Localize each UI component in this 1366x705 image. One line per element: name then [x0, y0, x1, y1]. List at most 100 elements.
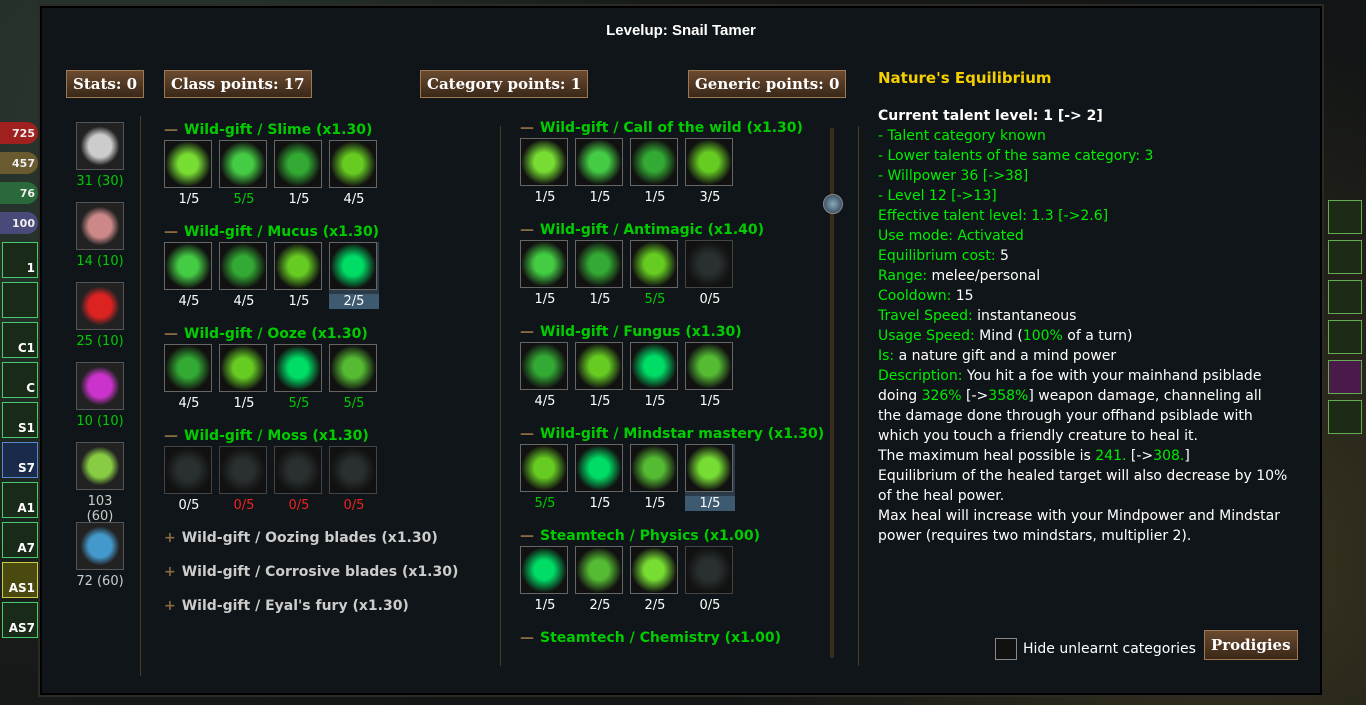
hotkey-slot-6[interactable]: S7 [2, 442, 38, 478]
right-slot-6[interactable] [1328, 400, 1362, 434]
collapse-icon[interactable]: — [520, 324, 534, 340]
talent-category-header[interactable]: — Wild-gift / Slime (x1.30) [164, 122, 372, 138]
talent-icon[interactable] [520, 138, 568, 186]
talent-slot[interactable]: 4/5 [520, 342, 570, 409]
talent-icon[interactable] [274, 344, 322, 392]
talent-icon[interactable] [630, 546, 678, 594]
collapse-icon[interactable]: — [520, 630, 534, 646]
talent-category-header-collapsed[interactable]: + Wild-gift / Oozing blades (x1.30) [164, 530, 438, 546]
talent-slot[interactable]: 4/5 [219, 242, 269, 309]
stat-4[interactable]: 103 (60) [76, 442, 124, 524]
hide-unlearnt-toggle[interactable]: Hide unlearnt categories [995, 638, 1196, 660]
collapse-icon[interactable]: — [520, 120, 534, 136]
talent-slot[interactable]: 0/5 [685, 240, 735, 307]
talent-category-header[interactable]: — Wild-gift / Antimagic (x1.40) [520, 222, 764, 238]
talent-icon[interactable] [164, 140, 212, 188]
collapse-icon[interactable]: — [164, 428, 178, 444]
talent-slot[interactable]: 5/5 [329, 344, 379, 411]
hotkey-slot-1[interactable]: 1 [2, 242, 38, 278]
stat-0[interactable]: 31 (30) [76, 122, 124, 189]
talent-category-header[interactable]: — Wild-gift / Moss (x1.30) [164, 428, 369, 444]
talent-slot[interactable]: 2/5 [630, 546, 680, 613]
talent-slot[interactable]: 0/5 [219, 446, 269, 513]
collapse-icon[interactable]: — [520, 426, 534, 442]
talent-icon[interactable] [219, 446, 267, 494]
talent-category-header[interactable]: — Steamtech / Physics (x1.00) [520, 528, 760, 544]
talent-slot[interactable]: 3/5 [685, 138, 735, 205]
talent-icon[interactable] [685, 546, 733, 594]
talent-category-header[interactable]: — Wild-gift / Fungus (x1.30) [520, 324, 742, 340]
talent-icon[interactable] [630, 138, 678, 186]
expand-icon[interactable]: + [164, 598, 176, 614]
talent-slot[interactable]: 4/5 [329, 140, 379, 207]
hotkey-slot-8[interactable]: A7 [2, 522, 38, 558]
talent-slot[interactable]: 1/5 [575, 240, 625, 307]
talent-slot[interactable]: 0/5 [685, 546, 735, 613]
collapse-icon[interactable]: — [164, 122, 178, 138]
talent-slot[interactable]: 1/5 [520, 138, 570, 205]
talent-icon[interactable] [575, 342, 623, 390]
constitution-icon[interactable] [76, 282, 124, 330]
talent-slot[interactable]: 1/5 [685, 444, 735, 511]
expand-icon[interactable]: + [164, 564, 176, 580]
talent-category-header-collapsed[interactable]: + Wild-gift / Corrosive blades (x1.30) [164, 564, 458, 580]
talent-slot[interactable]: 1/5 [630, 444, 680, 511]
stat-1[interactable]: 14 (10) [76, 202, 124, 269]
talent-slot[interactable]: 1/5 [219, 344, 269, 411]
strength-icon[interactable] [76, 122, 124, 170]
talent-slot[interactable]: 5/5 [274, 344, 324, 411]
collapse-icon[interactable]: — [520, 222, 534, 238]
talent-icon[interactable] [329, 344, 377, 392]
talent-slot[interactable]: 0/5 [164, 446, 214, 513]
talent-icon[interactable] [685, 444, 733, 492]
talent-icon[interactable] [164, 446, 212, 494]
hotkey-slot-2[interactable] [2, 282, 38, 318]
hotkey-slot-10[interactable]: AS7 [2, 602, 38, 638]
talent-category-header[interactable]: — Wild-gift / Call of the wild (x1.30) [520, 120, 803, 136]
right-slot-1[interactable] [1328, 200, 1362, 234]
talent-icon[interactable] [575, 444, 623, 492]
talent-slot[interactable]: 1/5 [520, 546, 570, 613]
scroll-knob[interactable] [823, 194, 843, 214]
talent-icon[interactable] [575, 240, 623, 288]
hotkey-slot-9[interactable]: AS1 [2, 562, 38, 598]
right-slot-5[interactable] [1328, 360, 1362, 394]
collapse-icon[interactable]: — [164, 224, 178, 240]
talent-category-header[interactable]: — Steamtech / Chemistry (x1.00) [520, 630, 781, 646]
talent-icon[interactable] [329, 242, 377, 290]
talent-icon[interactable] [520, 240, 568, 288]
talent-icon[interactable] [630, 342, 678, 390]
talent-slot[interactable]: 0/5 [329, 446, 379, 513]
hide-unlearnt-checkbox[interactable] [995, 638, 1017, 660]
talent-slot[interactable]: 0/5 [274, 446, 324, 513]
talent-scrollbar[interactable] [823, 128, 843, 658]
hotkey-slot-4[interactable]: C [2, 362, 38, 398]
talent-slot[interactable]: 1/5 [575, 342, 625, 409]
talent-category-header-collapsed[interactable]: + Wild-gift / Eyal's fury (x1.30) [164, 598, 409, 614]
right-slot-4[interactable] [1328, 320, 1362, 354]
talent-slot[interactable]: 1/5 [630, 138, 680, 205]
talent-icon[interactable] [520, 342, 568, 390]
talent-slot[interactable]: 5/5 [219, 140, 269, 207]
talent-icon[interactable] [274, 140, 322, 188]
talent-category-header[interactable]: — Wild-gift / Mucus (x1.30) [164, 224, 379, 240]
talent-slot[interactable]: 1/5 [274, 242, 324, 309]
talent-slot[interactable]: 1/5 [575, 444, 625, 511]
right-slot-3[interactable] [1328, 280, 1362, 314]
talent-icon[interactable] [520, 546, 568, 594]
talent-slot[interactable]: 5/5 [520, 444, 570, 511]
talent-icon[interactable] [685, 138, 733, 186]
stat-2[interactable]: 25 (10) [76, 282, 124, 349]
talent-slot[interactable]: 1/5 [520, 240, 570, 307]
talent-slot[interactable]: 1/5 [575, 138, 625, 205]
stat-3[interactable]: 10 (10) [76, 362, 124, 429]
hotkey-slot-7[interactable]: A1 [2, 482, 38, 518]
talent-slot[interactable]: 1/5 [630, 342, 680, 409]
talent-icon[interactable] [630, 240, 678, 288]
collapse-icon[interactable]: — [520, 528, 534, 544]
hotkey-slot-3[interactable]: C1 [2, 322, 38, 358]
talent-icon[interactable] [685, 240, 733, 288]
talent-slot[interactable]: 5/5 [630, 240, 680, 307]
talent-slot[interactable]: 2/5 [575, 546, 625, 613]
talent-icon[interactable] [575, 138, 623, 186]
